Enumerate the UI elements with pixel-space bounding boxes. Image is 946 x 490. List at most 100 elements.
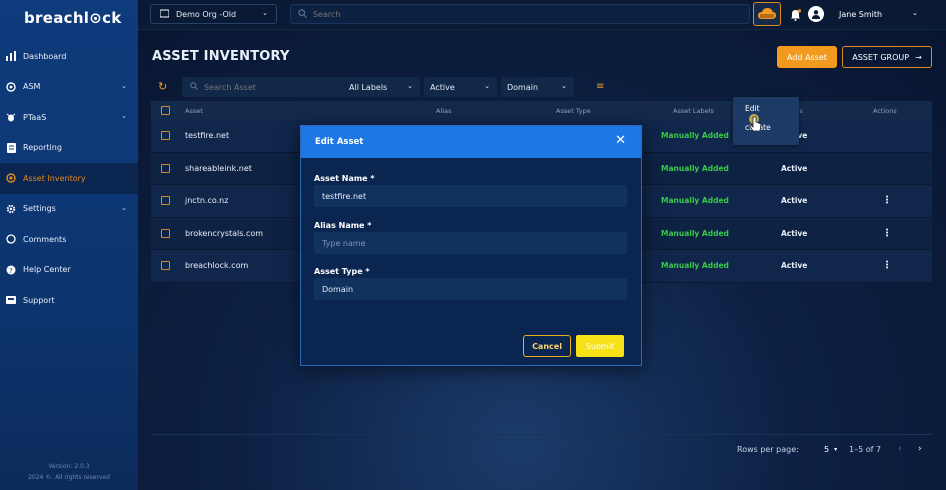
sidebar-item-label: Help Center <box>23 265 71 275</box>
edit-asset-modal: Edit Asset ✕ Asset Name * Alias Name * A… <box>300 125 642 366</box>
row-checkbox[interactable] <box>161 163 170 173</box>
asset-name: brokencrystals.com <box>185 228 264 238</box>
sidebar-item-label: Comments <box>23 234 67 244</box>
asset-name-field[interactable] <box>314 185 627 207</box>
sidebar-item-label: Asset Inventory <box>23 173 86 183</box>
chat-icon <box>5 233 17 245</box>
alias-name-field[interactable] <box>314 232 627 254</box>
search-input[interactable] <box>313 9 733 19</box>
gear-icon <box>5 203 17 215</box>
search-icon <box>298 8 307 20</box>
header-alias: Alias <box>436 106 452 115</box>
modal-header: Edit Asset ✕ <box>301 126 641 158</box>
asset-name-label: Asset Name * <box>314 174 375 183</box>
sidebar-item-comments[interactable]: Comments <box>0 224 138 255</box>
sidebar-item-reporting[interactable]: Reporting <box>0 133 138 164</box>
asset-search-input[interactable] <box>204 82 334 92</box>
row-actions-icon[interactable]: ⋮ <box>882 260 892 271</box>
cancel-button[interactable]: Cancel <box>523 335 571 357</box>
asset-type-field[interactable] <box>314 278 627 300</box>
chevron-down-icon: ⌄ <box>561 82 567 90</box>
status-text: Active <box>781 228 808 238</box>
asset-label: Manually Added <box>661 131 729 141</box>
close-icon[interactable]: ✕ <box>615 133 626 148</box>
table-header: Asset Alias Asset Type Asset Labels Stat… <box>151 101 932 120</box>
pointer-cursor-icon <box>747 113 765 135</box>
org-icon <box>159 9 170 20</box>
radar-icon <box>5 81 17 93</box>
rows-per-page-select[interactable]: 5 ▾ <box>819 440 841 458</box>
row-checkbox[interactable] <box>161 261 170 271</box>
sidebar-item-label: ASM <box>23 82 41 92</box>
bug-icon <box>5 111 17 123</box>
row-actions-icon[interactable]: ⋮ <box>882 228 892 239</box>
copyright-text: 2024 ©. All rights reserved <box>28 474 110 481</box>
user-name[interactable]: Jane Smith <box>839 10 882 19</box>
caret-down-icon: ▾ <box>834 445 838 453</box>
avatar[interactable] <box>808 6 824 22</box>
global-search[interactable] <box>290 4 750 24</box>
asset-group-button[interactable]: ASSET GROUP → <box>842 46 932 68</box>
header-asset: Asset <box>185 106 203 115</box>
type-filter-value: Domain <box>507 82 539 92</box>
sidebar: breachl⊙ck Dashboard ASM ⌄ PTaaS ⌄ Repor… <box>0 0 138 490</box>
pagination: Rows per page: 5 ▾ 1–5 of 7 ‹ › <box>151 434 932 464</box>
page-title: ASSET INVENTORY <box>152 49 290 64</box>
type-filter[interactable]: Domain ⌄ <box>501 77 574 97</box>
row-actions-icon[interactable]: ⋮ <box>882 195 892 206</box>
logo: breachl⊙ck <box>24 9 122 27</box>
refresh-icon[interactable]: ↻ <box>158 80 167 93</box>
asset-label: Manually Added <box>661 196 729 206</box>
bell-icon[interactable] <box>786 6 804 24</box>
cloud-icon[interactable] <box>753 2 781 26</box>
sidebar-item-asm[interactable]: ASM ⌄ <box>0 72 138 103</box>
prev-page-icon[interactable]: ‹ <box>898 444 902 454</box>
sidebar-item-label: Settings <box>23 204 56 214</box>
org-name: Demo Org -Old <box>176 9 237 19</box>
row-checkbox[interactable] <box>161 131 170 141</box>
row-checkbox[interactable] <box>161 228 170 238</box>
header-labels: Asset Labels <box>673 106 714 115</box>
asset-group-label: ASSET GROUP <box>852 52 910 62</box>
asset-label: Manually Added <box>661 163 729 173</box>
asset-search[interactable] <box>182 77 352 97</box>
sidebar-item-label: Support <box>23 295 55 305</box>
sidebar-item-help-center[interactable]: ? Help Center <box>0 255 138 286</box>
version-text: Version: 2.0.3 <box>48 463 90 470</box>
chevron-down-icon[interactable]: ⌄ <box>912 9 918 17</box>
next-page-icon[interactable]: › <box>918 444 922 454</box>
select-all-checkbox[interactable] <box>161 106 170 115</box>
help-icon: ? <box>5 264 17 276</box>
rows-per-page-label: Rows per page: <box>737 445 799 454</box>
row-checkbox[interactable] <box>161 196 170 206</box>
asset-label: Manually Added <box>661 261 729 271</box>
header-type: Asset Type <box>556 106 591 115</box>
add-asset-button[interactable]: Add Asset <box>777 46 837 68</box>
alias-name-label: Alias Name * <box>314 221 372 230</box>
sidebar-item-label: Dashboard <box>23 51 67 61</box>
sidebar-item-settings[interactable]: Settings ⌄ <box>0 194 138 225</box>
sidebar-item-support[interactable]: Support <box>0 285 138 316</box>
chevron-down-icon: ⌄ <box>407 82 413 90</box>
labels-filter-value: All Labels <box>349 82 388 92</box>
bar-chart-icon <box>5 50 17 62</box>
page-range: 1–5 of 7 <box>849 445 882 454</box>
status-text: Active <box>781 163 808 173</box>
asset-name: testfire.net <box>185 131 230 141</box>
menu-item-edit[interactable]: Edit <box>745 104 760 113</box>
labels-filter[interactable]: All Labels ⌄ <box>343 77 420 97</box>
chevron-down-icon: ⌄ <box>484 82 490 90</box>
sidebar-item-label: PTaaS <box>23 112 47 122</box>
asset-name: jnctn.co.nz <box>185 196 229 206</box>
sidebar-item-asset-inventory[interactable]: Asset Inventory <box>0 163 138 194</box>
arrow-right-icon: → <box>915 52 922 62</box>
search-icon <box>190 82 198 92</box>
org-selector[interactable]: Demo Org -Old ⌄ <box>150 4 277 24</box>
sidebar-item-ptaas[interactable]: PTaaS ⌄ <box>0 102 138 133</box>
sidebar-item-dashboard[interactable]: Dashboard <box>0 41 138 72</box>
filter-menu-icon[interactable]: ≡ <box>596 81 604 92</box>
chevron-down-icon: ⌄ <box>121 112 127 120</box>
submit-button[interactable]: Submit <box>576 335 624 357</box>
chevron-down-icon: ⌄ <box>121 203 127 212</box>
status-filter[interactable]: Active ⌄ <box>424 77 497 97</box>
